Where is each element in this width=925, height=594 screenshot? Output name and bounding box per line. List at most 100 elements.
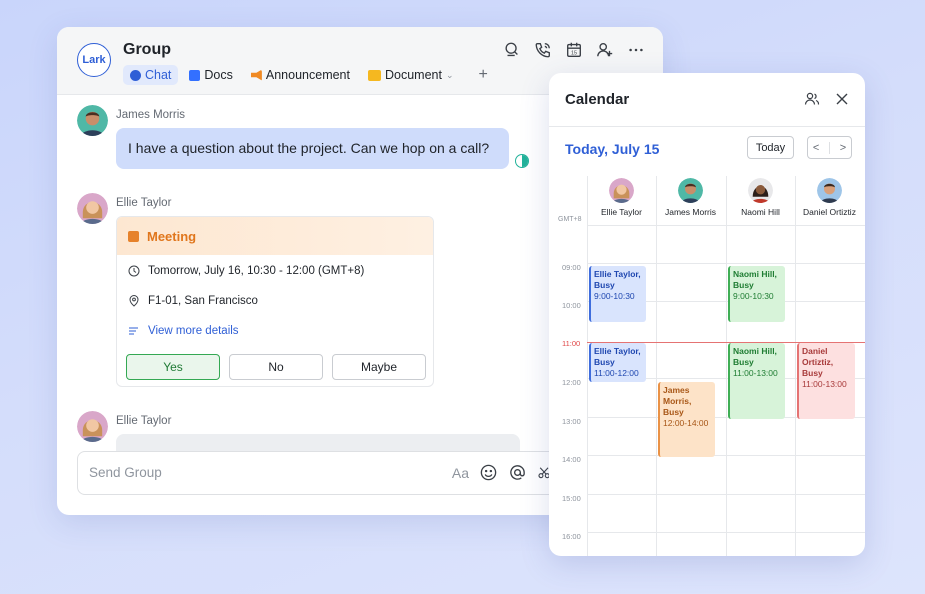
chat-tabs: Chat Docs Announcement Document ⌄ + [123, 65, 488, 85]
avatar-ellie-taylor[interactable] [609, 178, 634, 203]
message-input[interactable]: Send Group [89, 465, 162, 480]
event-title: James Morris, Busy [663, 385, 692, 418]
calendar-event[interactable]: Ellie Taylor, Busy 11:00-12:00 [589, 343, 646, 382]
event-time: 9:00-10:30 [733, 291, 774, 302]
message-bubble: I have a question about the project. Can… [116, 128, 509, 169]
hour-label: 14:00 [562, 455, 581, 464]
calendar-event[interactable]: James Morris, Busy 12:00-14:00 [658, 382, 715, 457]
hour-label: 09:00 [562, 263, 581, 272]
calendar-grid: Ellie Taylor James Morris Naomi Hill Dan… [549, 176, 865, 556]
phone-icon[interactable] [534, 41, 552, 59]
meeting-location-row: F1-01, San Francisco [128, 295, 258, 307]
emoji-icon[interactable] [479, 463, 498, 482]
current-time-label: 11:00 [562, 339, 581, 348]
tab-chat-label: Chat [145, 68, 172, 82]
event-title: Ellie Taylor, Busy [594, 269, 641, 291]
calendar-icon [128, 230, 139, 242]
tab-docs[interactable]: Docs [182, 65, 239, 85]
calendar-panel: Calendar Today, July 15 Today < > Ellie … [549, 73, 865, 556]
hour-label: 15:00 [562, 494, 581, 503]
person-name: Daniel Ortiztiz [803, 207, 856, 217]
docs-icon [189, 69, 201, 81]
tab-announcement-label: Announcement [265, 68, 350, 82]
rsvp-no-button[interactable]: No [229, 354, 323, 380]
add-tab-button[interactable]: + [479, 66, 488, 84]
avatar-naomi-hill[interactable] [748, 178, 773, 203]
sender-name: Ellie Taylor [116, 415, 172, 427]
sender-name: Ellie Taylor [116, 197, 172, 209]
sender-name: James Morris [116, 109, 186, 121]
meeting-details-row[interactable]: View more details [128, 325, 239, 337]
tab-document-label: Document [384, 68, 442, 82]
calendar-title: Calendar [565, 91, 630, 108]
avatar-daniel-ortiztiz[interactable] [817, 178, 842, 203]
hour-label: 13:00 [562, 417, 581, 426]
close-icon[interactable] [834, 91, 850, 107]
add-member-icon[interactable] [596, 41, 614, 59]
megaphone-icon [250, 69, 262, 81]
tab-docs-label: Docs [204, 68, 233, 82]
chat-icon [130, 69, 141, 81]
composer-toolbar: Aa [452, 463, 556, 482]
calendar-icon[interactable]: 15 [565, 41, 583, 59]
event-time: 11:00-13:00 [802, 379, 847, 390]
avatar-james-morris[interactable] [77, 105, 108, 136]
tab-chat[interactable]: Chat [123, 65, 179, 85]
next-day-button[interactable]: > [840, 142, 846, 154]
lark-logo: Lark [77, 43, 111, 77]
grid-line [587, 263, 865, 264]
avatar-ellie-taylor[interactable] [77, 411, 108, 442]
tab-announcement[interactable]: Announcement [244, 65, 357, 85]
rsvp-yes-button[interactable]: Yes [126, 354, 220, 380]
event-title: Naomi Hill, Busy [733, 269, 777, 291]
hour-label: 12:00 [562, 378, 581, 387]
search-icon[interactable] [503, 41, 521, 59]
event-title: Naomi Hill, Busy [733, 346, 777, 368]
grid-line [587, 176, 588, 556]
grid-line [587, 455, 865, 456]
calendar-divider [549, 126, 865, 127]
avatar-ellie-taylor[interactable] [77, 193, 108, 224]
tab-document[interactable]: Document ⌄ [361, 65, 461, 85]
location-pin-icon [129, 295, 139, 307]
event-time: 11:00-13:00 [733, 368, 778, 379]
today-button[interactable]: Today [747, 136, 794, 159]
event-time: 11:00-12:00 [594, 368, 639, 379]
read-status-icon [515, 154, 529, 168]
meeting-card: Meeting Tomorrow, July 16, 10:30 - 12:00… [116, 216, 434, 387]
chat-header-icons: 15 [503, 41, 645, 59]
grid-line [587, 225, 865, 226]
participants-icon[interactable] [804, 91, 820, 107]
message-composer[interactable]: Send Group Aa [77, 451, 557, 495]
folder-icon [367, 69, 381, 81]
calendar-event[interactable]: Ellie Taylor, Busy 9:00-10:30 [589, 266, 646, 322]
event-time: 12:00-14:00 [663, 418, 709, 429]
column-james-morris: James Morris [656, 176, 725, 217]
current-time-line [587, 342, 865, 343]
person-name: Ellie Taylor [601, 207, 642, 217]
chevron-down-icon: ⌄ [445, 69, 454, 80]
column-naomi-hill: Naomi Hill [726, 176, 795, 217]
calendar-date: Today, July 15 [565, 141, 660, 157]
rsvp-maybe-button[interactable]: Maybe [332, 354, 426, 380]
clock-icon [128, 265, 140, 277]
svg-text:15: 15 [571, 51, 577, 57]
meeting-card-header: Meeting [117, 217, 433, 255]
avatar-james-morris[interactable] [678, 178, 703, 203]
column-daniel-ortiztiz: Daniel Ortiztiz [795, 176, 864, 217]
meeting-time-row: Tomorrow, July 16, 10:30 - 12:00 (GMT+8) [128, 265, 364, 277]
prev-day-button[interactable]: < [813, 142, 819, 154]
calendar-header-icons [804, 91, 850, 107]
calendar-event[interactable]: Daniel Ortiztiz, Busy 11:00-13:00 [797, 343, 855, 419]
view-more-details-link[interactable]: View more details [148, 325, 239, 337]
calendar-event[interactable]: Naomi Hill, Busy 9:00-10:30 [728, 266, 785, 322]
hour-label: 10:00 [562, 301, 581, 310]
more-icon[interactable] [627, 41, 645, 59]
mention-icon[interactable] [508, 463, 527, 482]
calendar-event[interactable]: Naomi Hill, Busy 11:00-13:00 [728, 343, 785, 419]
column-ellie-taylor: Ellie Taylor [587, 176, 656, 217]
grid-line [587, 494, 865, 495]
grid-line [795, 176, 796, 556]
hour-label: 16:00 [562, 532, 581, 541]
text-format-icon[interactable]: Aa [452, 465, 469, 481]
